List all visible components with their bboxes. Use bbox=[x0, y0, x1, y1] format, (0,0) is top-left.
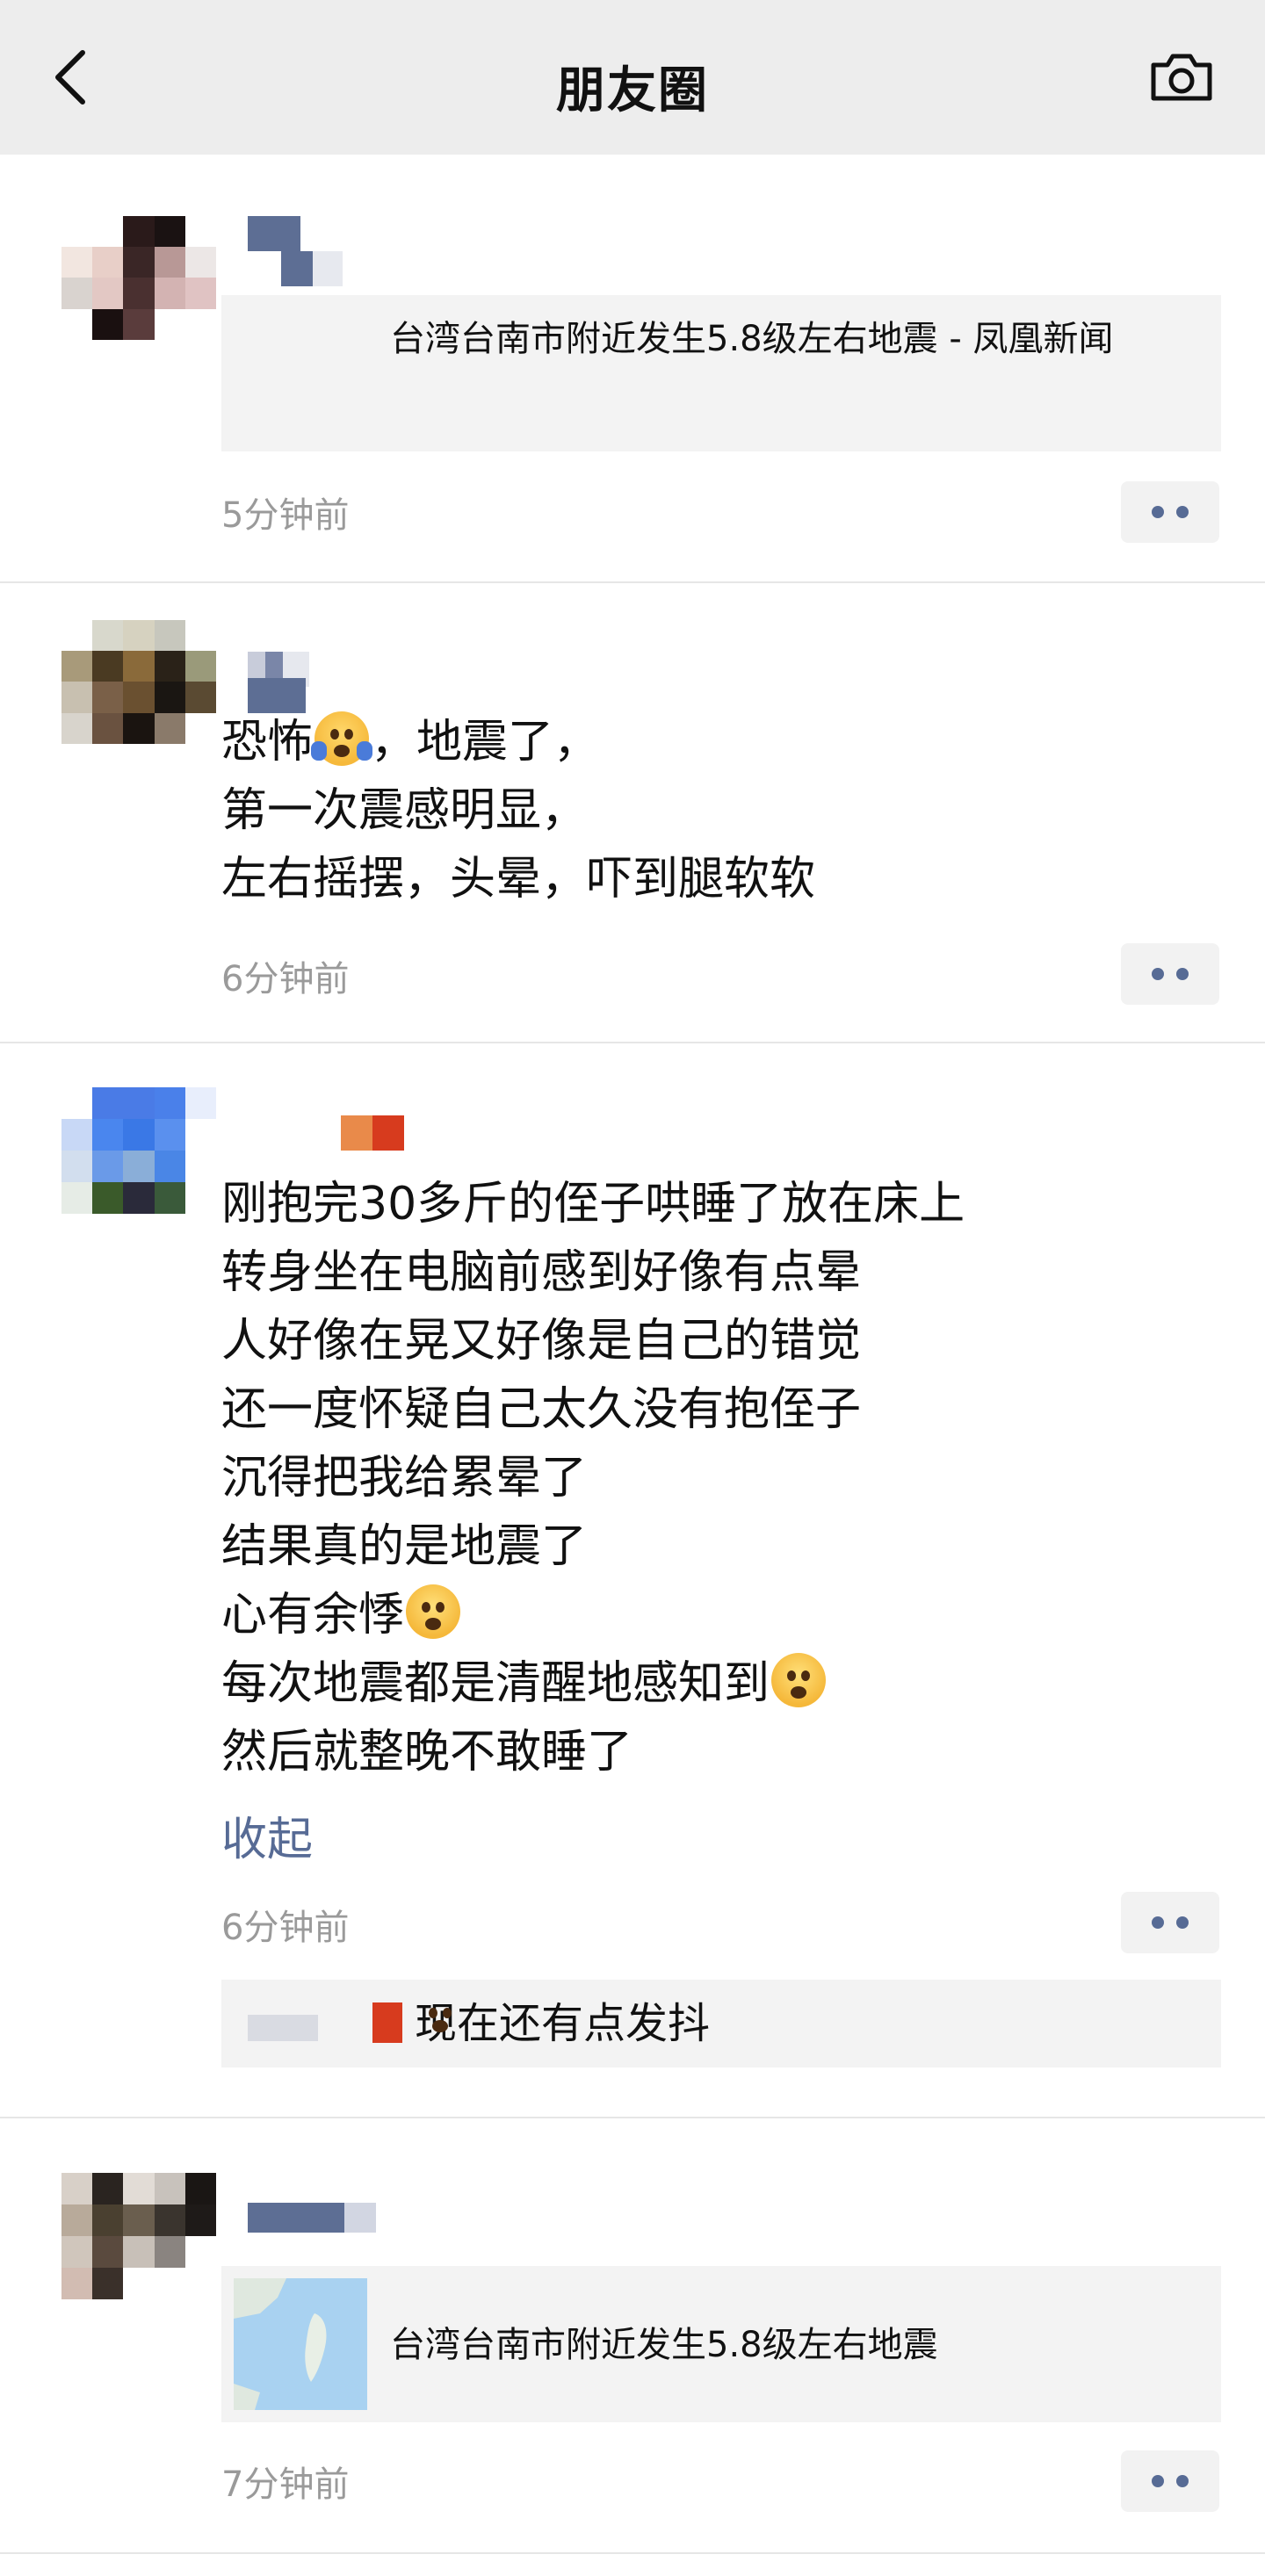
moment-post: 恐怖 ，地震了， 第一次震感明显， 左右摇摆，头晕，吓到腿软软 6分钟前 bbox=[0, 583, 1265, 1043]
crying-emoji-icon bbox=[406, 1584, 461, 1639]
more-options-button[interactable] bbox=[1121, 1892, 1219, 1953]
more-options-button[interactable] bbox=[1121, 943, 1219, 1005]
scream-emoji-icon bbox=[311, 711, 373, 766]
avatar[interactable] bbox=[61, 216, 216, 371]
username[interactable] bbox=[341, 1115, 404, 1151]
username[interactable] bbox=[248, 216, 336, 251]
more-options-button[interactable] bbox=[1121, 2450, 1219, 2512]
avatar[interactable] bbox=[61, 2173, 216, 2299]
avatar[interactable] bbox=[61, 620, 216, 775]
top-bar: 朋友圈 bbox=[0, 0, 1265, 155]
post-time: 7分钟前 bbox=[221, 2464, 350, 2505]
camera-button[interactable] bbox=[1142, 42, 1221, 112]
commenter-name[interactable] bbox=[248, 2015, 318, 2041]
camera-icon bbox=[1151, 54, 1212, 101]
username-tail bbox=[281, 251, 343, 286]
link-title: 台湾台南市附近发生5.8级左右地震 bbox=[390, 2325, 938, 2365]
comment-text: 现在还有点发抖 bbox=[415, 1999, 711, 2048]
commenter-name-tail bbox=[372, 2002, 402, 2043]
post-time: 6分钟前 bbox=[221, 959, 350, 999]
crying-emoji-icon bbox=[771, 1653, 827, 1707]
post-time: 6分钟前 bbox=[221, 1908, 350, 1948]
avatar[interactable] bbox=[61, 1087, 216, 1214]
link-title: 台湾台南市附近发生5.8级左右地震 - 凤凰新闻 bbox=[390, 319, 1114, 359]
link-card[interactable]: 台湾台南市附近发生5.8级左右地震 bbox=[221, 2266, 1221, 2422]
comment-box: 现在还有点发抖 bbox=[221, 1980, 1221, 2067]
username[interactable] bbox=[248, 2203, 376, 2233]
post-text: 刚抱完30多斤的侄子哄睡了放在床上 转身坐在电脑前感到好像有点晕 人好像在晃又好… bbox=[221, 1178, 965, 1779]
post-time: 5分钟前 bbox=[221, 495, 350, 536]
map-thumbnail bbox=[234, 2278, 367, 2410]
more-options-button[interactable] bbox=[1121, 481, 1219, 543]
page-title: 朋友圈 bbox=[556, 62, 709, 119]
taiwan-map-icon bbox=[234, 2278, 367, 2410]
post-text: 恐怖 ，地震了， 第一次震感明显， 左右摇摆，头晕，吓到腿软软 bbox=[221, 708, 815, 913]
collapse-link[interactable]: 收起 bbox=[221, 1802, 313, 1868]
link-card[interactable]: 台湾台南市附近发生5.8级左右地震 - 凤凰新闻 bbox=[221, 295, 1221, 451]
moment-post: 刚抱完30多斤的侄子哄睡了放在床上 转身坐在电脑前感到好像有点晕 人好像在晃又好… bbox=[0, 1043, 1265, 2118]
moment-post: 台湾台南市附近发生5.8级左右地震 - 凤凰新闻 5分钟前 bbox=[0, 155, 1265, 583]
moment-post: 台湾台南市附近发生5.8级左右地震 7分钟前 bbox=[0, 2118, 1265, 2554]
